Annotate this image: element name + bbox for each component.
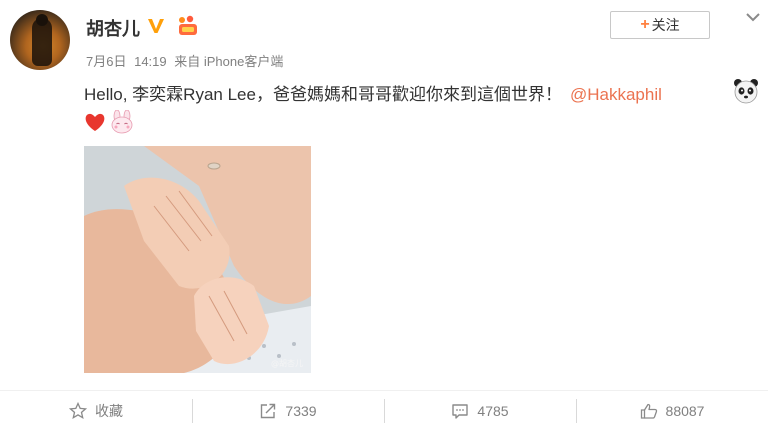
favorite-label: 收藏 <box>95 403 123 419</box>
post-time[interactable]: 14:19 <box>134 54 167 69</box>
avatar-silhouette-shape <box>32 18 52 66</box>
like-button[interactable]: 88087 <box>576 399 768 423</box>
post-source[interactable]: 来自 iPhone客户端 <box>174 54 283 69</box>
username[interactable]: 胡杏儿 <box>86 15 140 41</box>
comment-icon <box>452 404 469 419</box>
repost-icon <box>261 403 276 419</box>
image-watermark: @胡杏儿 <box>271 359 303 368</box>
action-toolbar: 收藏 7339 4785 88087 <box>0 390 768 431</box>
repost-button[interactable]: 7339 <box>192 399 384 423</box>
vip-crown-icon[interactable] <box>176 15 200 37</box>
mention-link[interactable]: @Hakkaphil <box>570 85 662 104</box>
repost-count: 7339 <box>285 403 317 419</box>
post-body: Hello, 李奕霖Ryan Lee，爸爸媽媽和哥哥歡迎你來到這個世界！ <box>84 85 562 104</box>
thumbs-up-icon <box>640 403 657 419</box>
chevron-down-icon[interactable] <box>745 11 761 23</box>
plus-icon: + <box>640 16 650 33</box>
follow-button[interactable]: + 关注 <box>610 11 710 39</box>
v-badge-icon[interactable] <box>147 17 165 35</box>
comment-count: 4785 <box>477 403 509 419</box>
panda-emoji <box>734 79 758 104</box>
post-image[interactable]: @胡杏儿 <box>84 146 311 373</box>
hands-photo-illustration <box>84 146 311 373</box>
post-text: Hello, 李奕霖Ryan Lee，爸爸媽媽和哥哥歡迎你來到這個世界！ @Hak… <box>84 80 724 105</box>
star-icon <box>69 402 87 420</box>
heart-emoji <box>85 113 105 131</box>
like-count: 88087 <box>665 403 705 419</box>
follow-label: 关注 <box>651 17 680 33</box>
favorite-button[interactable]: 收藏 <box>0 399 192 423</box>
post-meta: 7月6日 14:19 来自 iPhone客户端 <box>86 51 287 70</box>
comment-button[interactable]: 4785 <box>384 399 576 423</box>
bunny-emoji <box>111 110 133 134</box>
post-date[interactable]: 7月6日 <box>86 54 126 69</box>
avatar[interactable] <box>10 10 70 70</box>
weibo-post-card: 胡杏儿 7月6日 14:19 来自 iPhone客户端 + 关注 Hello, … <box>0 0 768 431</box>
